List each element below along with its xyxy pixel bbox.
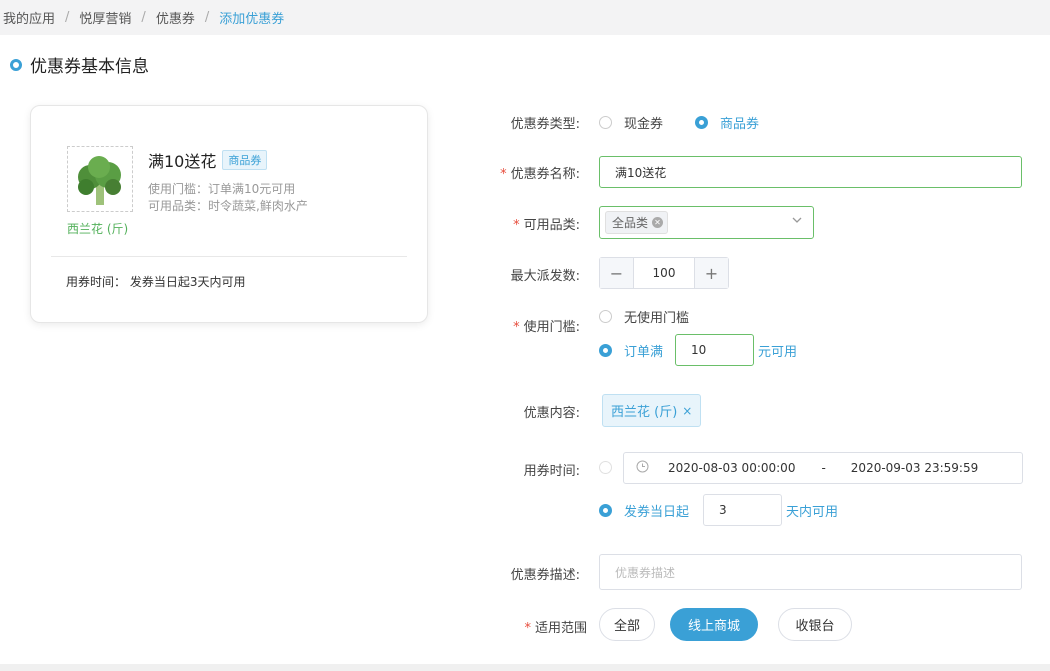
description-label: 优惠券描述: — [510, 568, 580, 583]
max-count-stepper: − 100 + — [599, 257, 729, 289]
preview-threshold-line: 使用门槛：订单满10元可用 — [148, 182, 296, 196]
coupon-name-input[interactable]: 满10送花 — [599, 156, 1022, 188]
radio-circle — [599, 310, 612, 323]
radio-label: 订单满 — [624, 345, 664, 360]
chip-label: 全品类 — [612, 216, 649, 230]
breadcrumb-separator: / — [141, 10, 146, 25]
threshold-suffix: 元可用 — [758, 345, 798, 360]
radio-circle — [599, 504, 612, 517]
radio-circle — [599, 344, 612, 357]
description-input[interactable]: 优惠券描述 — [599, 554, 1022, 590]
use-time-relative-radio[interactable]: 发券当日起 — [599, 501, 689, 520]
coupon-preview-card: 西兰花 (斤) 满10送花 商品券 使用门槛：订单满10元可用 可用品类：时令蔬… — [30, 105, 428, 323]
radio-circle — [599, 116, 612, 129]
radio-label: 无使用门槛 — [624, 311, 690, 326]
coupon-preview-name: 满10送花 商品券 — [148, 148, 268, 172]
breadcrumb-separator: / — [65, 10, 70, 25]
clock-icon — [636, 460, 649, 476]
preview-time-line: 用券时间： 发券当日起3天内可用 — [66, 275, 246, 289]
content-label: 优惠内容: — [523, 406, 580, 421]
breadcrumb-coupons[interactable]: 优惠券 — [156, 8, 195, 27]
label-text: 适用范围 — [534, 621, 587, 636]
scope-cashier-button[interactable]: 收银台 — [778, 608, 852, 641]
increment-button[interactable]: + — [695, 258, 728, 288]
breadcrumb-my-apps[interactable]: 我的应用 — [3, 8, 55, 27]
chevron-down-icon — [791, 214, 803, 229]
coupon-type-badge: 商品券 — [222, 150, 268, 170]
coupon-preview-title: 满10送花 — [148, 152, 217, 171]
close-icon[interactable]: × — [682, 404, 692, 418]
section-title: 优惠券基本信息 — [10, 52, 149, 77]
content-tag-label: 西兰花 (斤) — [611, 405, 678, 420]
coupon-name-label: * 优惠券名称: — [499, 163, 580, 182]
preview-category-line: 可用品类：时令蔬菜,鲜肉水产 — [148, 199, 308, 213]
input-placeholder: 优惠券描述 — [615, 565, 676, 580]
breadcrumb-marketing[interactable]: 悦厚营销 — [79, 8, 131, 27]
input-value: 3 — [719, 503, 727, 517]
label-text: 使用门槛: — [523, 320, 580, 335]
divider — [51, 256, 407, 257]
radio-label: 发券当日起 — [624, 505, 690, 520]
breadcrumb: 我的应用 / 悦厚营销 / 优惠券 / 添加优惠券 — [0, 0, 1050, 35]
breadcrumb-add-coupon: 添加优惠券 — [219, 12, 285, 27]
category-select[interactable]: 全品类 ✕ — [599, 206, 814, 239]
valid-days-input[interactable]: 3 — [703, 494, 782, 526]
decrement-button[interactable]: − — [600, 258, 633, 288]
required-mark: * — [524, 621, 531, 636]
radio-circle — [599, 461, 612, 474]
scope-all-button[interactable]: 全部 — [599, 608, 655, 641]
required-mark: * — [513, 218, 520, 233]
chip-close-icon[interactable]: ✕ — [652, 217, 664, 228]
use-time-label: 用券时间: — [523, 464, 580, 479]
input-value: 10 — [691, 343, 707, 357]
label-text: 可用品类: — [523, 218, 580, 233]
content-tag: 西兰花 (斤) × — [602, 394, 702, 427]
coupon-type-cash-radio[interactable]: 现金券 — [599, 113, 663, 132]
use-time-range-radio[interactable] — [599, 461, 624, 474]
radio-label: 商品券 — [720, 117, 760, 132]
section-title-text: 优惠券基本信息 — [30, 57, 149, 77]
radio-label: 现金券 — [624, 117, 664, 132]
category-chip: 全品类 ✕ — [605, 211, 669, 234]
threshold-order-radio[interactable]: 订单满 — [599, 341, 663, 360]
product-image — [67, 146, 133, 212]
required-mark: * — [513, 320, 520, 335]
breadcrumb-separator: / — [204, 10, 210, 25]
scope-label: * 适用范围 — [506, 617, 587, 636]
date-range-picker[interactable]: 2020-08-03 00:00:00 - 2020-09-03 23:59:5… — [623, 452, 1023, 484]
category-label: * 可用品类: — [499, 214, 580, 233]
date-end: 2020-09-03 23:59:59 — [850, 461, 979, 475]
coupon-type-goods-radio[interactable]: 商品券 — [695, 113, 759, 132]
radio-circle — [695, 116, 708, 129]
date-range-separator: - — [821, 461, 826, 475]
product-image-caption: 西兰花 (斤) — [67, 222, 129, 236]
input-value: 满10送花 — [615, 165, 667, 180]
coupon-type-label: 优惠券类型: — [510, 117, 580, 132]
broccoli-icon — [78, 156, 121, 205]
label-text: 优惠券名称: — [510, 167, 580, 182]
max-count-label: 最大派发数: — [510, 269, 580, 284]
threshold-label: * 使用门槛: — [499, 316, 580, 335]
max-count-value[interactable]: 100 — [633, 258, 695, 288]
threshold-amount-input[interactable]: 10 — [675, 334, 754, 366]
circle-icon — [10, 58, 22, 71]
date-start: 2020-08-03 00:00:00 — [668, 461, 796, 475]
threshold-none-radio[interactable]: 无使用门槛 — [599, 307, 689, 326]
page-bottom-divider — [0, 664, 1050, 671]
valid-days-suffix: 天内可用 — [786, 505, 839, 520]
scope-online-mall-button[interactable]: 线上商城 — [670, 608, 758, 641]
required-mark: * — [500, 167, 507, 182]
